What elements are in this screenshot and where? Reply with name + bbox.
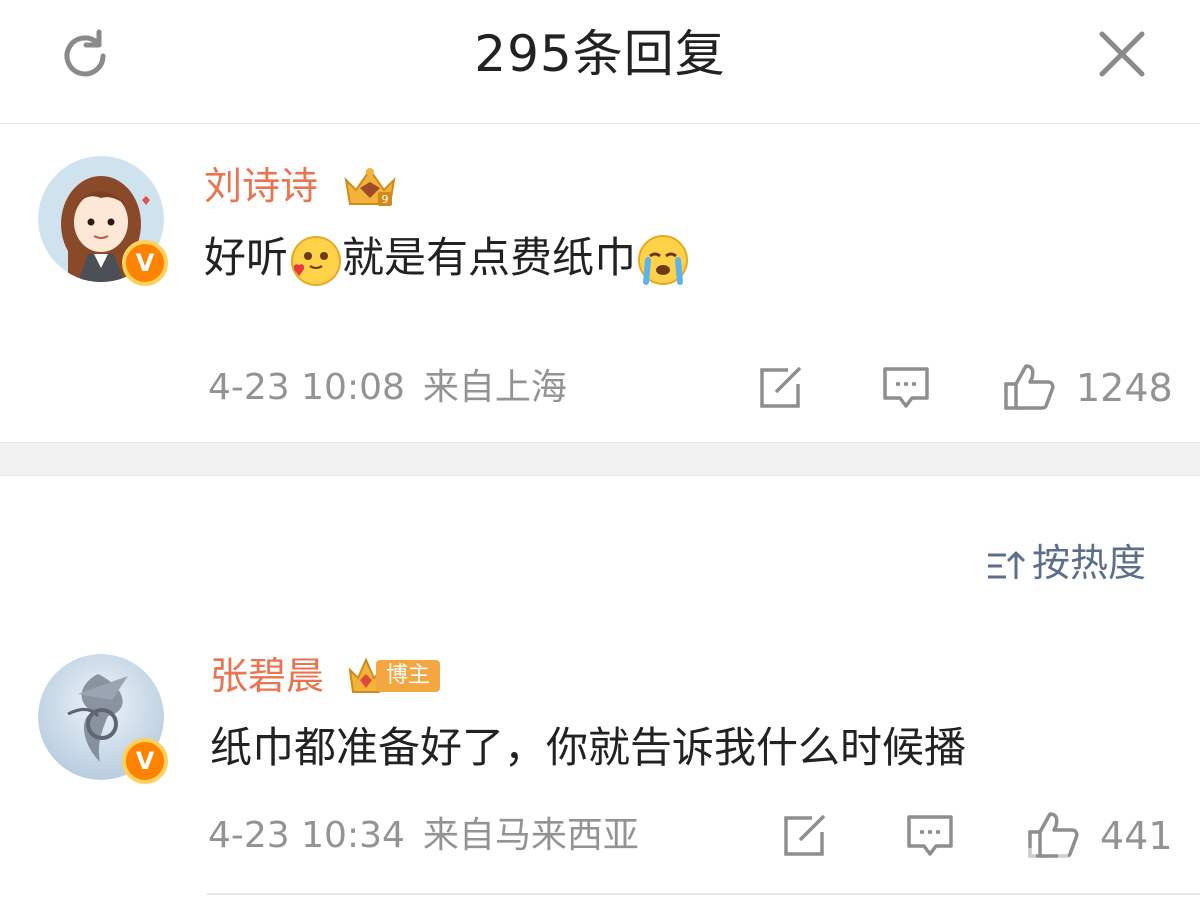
- comment-text-part: 就是有点费纸巾: [342, 233, 637, 282]
- location: 来自上海: [422, 367, 567, 408]
- like-icon[interactable]: [1002, 362, 1056, 412]
- page-title: 295条回复: [474, 25, 726, 83]
- comment-icon[interactable]: [906, 814, 954, 858]
- comment-text: 好听 就是有点费纸巾: [204, 232, 690, 288]
- badge-label: 博主: [376, 660, 441, 692]
- divider-line: [207, 893, 1200, 895]
- comment-icon[interactable]: [882, 366, 930, 410]
- comment-meta: 4-23 10:34 来自马来西亚: [208, 814, 639, 858]
- avatar[interactable]: V: [38, 654, 168, 784]
- location: 来自马来西亚: [422, 815, 639, 856]
- username[interactable]: 刘诗诗: [204, 164, 318, 208]
- like-count: 1248: [1076, 366, 1173, 410]
- comment-text-part: 好听: [204, 233, 289, 282]
- timestamp: 4-23 10:08: [208, 367, 405, 408]
- close-icon[interactable]: [1094, 26, 1150, 82]
- section-divider: [0, 442, 1200, 476]
- timestamp: 4-23 10:34: [208, 815, 405, 856]
- share-icon[interactable]: [782, 814, 830, 858]
- sort-label: 按热度: [1032, 541, 1147, 585]
- watermark-icon: [1024, 848, 1186, 888]
- crown-badge-icon: 9: [344, 168, 396, 206]
- sort-toggle[interactable]: 按热度: [986, 538, 1146, 588]
- crying-emoji-icon: [638, 234, 689, 285]
- verified-badge: V: [122, 738, 168, 784]
- username[interactable]: 张碧晨: [210, 654, 324, 698]
- reply-comment: V 张碧晨 博主 纸巾都准备好了，你就告诉我什么时候播 4-23 10:34 来自…: [0, 640, 1200, 897]
- header-bar: 295条回复: [0, 0, 1200, 124]
- heart-eyes-emoji-icon: [291, 235, 342, 286]
- verified-badge: V: [122, 240, 168, 286]
- share-icon[interactable]: [758, 366, 806, 410]
- reply-thread-page: 295条回复 V 刘诗诗 9 好听 就是有点费纸巾 4-23 10:08 来自上…: [0, 0, 1200, 897]
- comment-text: 纸巾都准备好了，你就告诉我什么时候播: [210, 723, 967, 772]
- comment-meta: 4-23 10:08 来自上海: [208, 366, 567, 410]
- main-comment: V 刘诗诗 9 好听 就是有点费纸巾 4-23 10:08 来自上海 1248: [0, 124, 1200, 442]
- sort-icon: [988, 551, 1026, 579]
- avatar[interactable]: V: [38, 156, 168, 286]
- svg-text:9: 9: [382, 193, 389, 206]
